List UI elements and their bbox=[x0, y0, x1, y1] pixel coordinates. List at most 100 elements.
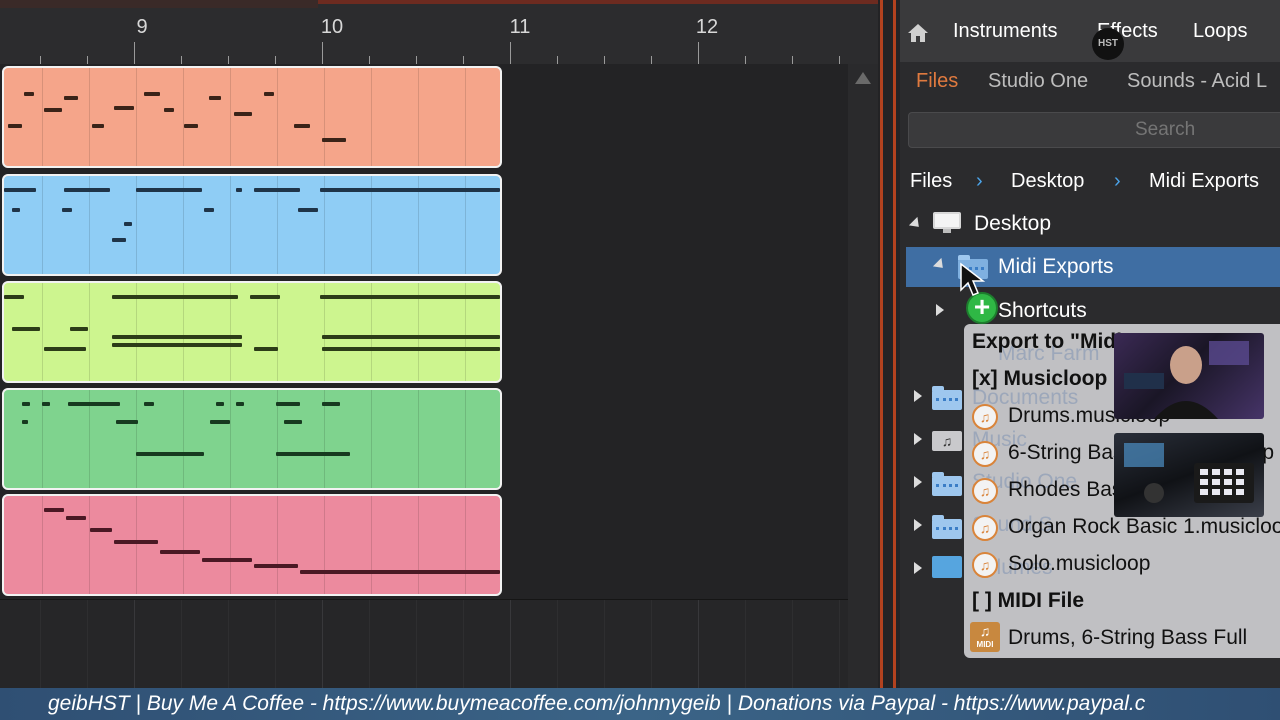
midi-note[interactable] bbox=[116, 420, 138, 424]
clip-grid-line bbox=[183, 496, 184, 594]
midi-note[interactable] bbox=[64, 96, 78, 100]
midi-note[interactable] bbox=[124, 222, 132, 226]
subtab-files[interactable]: Files bbox=[916, 70, 958, 93]
midi-clip-blue[interactable] bbox=[2, 174, 502, 276]
midi-note[interactable] bbox=[22, 402, 30, 406]
midi-note[interactable] bbox=[144, 402, 154, 406]
midi-file-option: [ ] MIDI File bbox=[972, 589, 1084, 612]
midi-note[interactable] bbox=[276, 452, 350, 456]
search-input[interactable] bbox=[908, 112, 1280, 148]
midi-note[interactable] bbox=[320, 188, 500, 192]
midi-clip-lime[interactable] bbox=[2, 281, 502, 383]
midi-note[interactable] bbox=[322, 138, 346, 142]
midi-note[interactable] bbox=[114, 540, 158, 544]
midi-note[interactable] bbox=[160, 550, 200, 554]
midi-icon-label: MIDI bbox=[976, 640, 994, 649]
midi-note[interactable] bbox=[300, 570, 500, 574]
breadcrumb-desktop[interactable]: Desktop bbox=[1011, 170, 1084, 193]
tab-loops[interactable]: Loops bbox=[1193, 20, 1248, 43]
home-icon[interactable] bbox=[907, 22, 929, 44]
expand-arrow-icon[interactable] bbox=[914, 476, 922, 488]
expand-arrow-icon[interactable] bbox=[914, 433, 922, 445]
subtab-sounds-acid[interactable]: Sounds - Acid L bbox=[1127, 70, 1267, 93]
midi-note[interactable] bbox=[136, 188, 202, 192]
midi-note[interactable] bbox=[44, 108, 62, 112]
midi-note[interactable] bbox=[12, 327, 40, 331]
breadcrumb-files[interactable]: Files bbox=[910, 170, 952, 193]
midi-note[interactable] bbox=[112, 343, 242, 347]
midi-clip-pink[interactable] bbox=[2, 494, 502, 596]
midi-note[interactable] bbox=[42, 402, 50, 406]
midi-note[interactable] bbox=[234, 112, 252, 116]
midi-note[interactable] bbox=[12, 208, 20, 212]
midi-note[interactable] bbox=[210, 420, 230, 424]
expand-arrow-icon[interactable] bbox=[914, 562, 922, 574]
midi-note[interactable] bbox=[144, 92, 160, 96]
subtab-studio-one[interactable]: Studio One bbox=[988, 70, 1088, 93]
midi-note[interactable] bbox=[236, 188, 242, 192]
midi-note[interactable] bbox=[136, 452, 204, 456]
midi-note[interactable] bbox=[44, 508, 64, 512]
panel-divider[interactable] bbox=[878, 0, 900, 688]
midi-note[interactable] bbox=[8, 124, 22, 128]
midi-note[interactable] bbox=[254, 188, 300, 192]
midi-note[interactable] bbox=[44, 347, 86, 351]
midi-clip-green[interactable] bbox=[2, 388, 502, 490]
webcam-presenter bbox=[1114, 333, 1264, 419]
breadcrumb-separator-icon: › bbox=[1114, 170, 1121, 192]
midi-note[interactable] bbox=[322, 335, 500, 339]
midi-note[interactable] bbox=[70, 327, 88, 331]
midi-note[interactable] bbox=[112, 295, 238, 299]
midi-note[interactable] bbox=[112, 238, 126, 242]
loop-region[interactable] bbox=[0, 0, 318, 8]
midi-note[interactable] bbox=[4, 295, 24, 299]
midi-note[interactable] bbox=[92, 124, 104, 128]
expand-arrow-icon[interactable] bbox=[932, 257, 948, 273]
midi-note[interactable] bbox=[202, 558, 252, 562]
arrangement-view[interactable]: 9 10 11 12 bbox=[0, 0, 878, 688]
midi-note[interactable] bbox=[66, 516, 86, 520]
midi-note[interactable] bbox=[294, 124, 310, 128]
ruler-tick bbox=[745, 56, 746, 64]
midi-note[interactable] bbox=[184, 124, 198, 128]
midi-note[interactable] bbox=[22, 420, 28, 424]
expand-arrow-icon[interactable] bbox=[908, 216, 924, 232]
midi-note[interactable] bbox=[90, 528, 112, 532]
midi-note[interactable] bbox=[112, 335, 242, 339]
midi-note[interactable] bbox=[250, 295, 280, 299]
ruler-tick bbox=[463, 56, 464, 64]
tab-instruments[interactable]: Instruments bbox=[953, 20, 1057, 43]
midi-note[interactable] bbox=[24, 92, 34, 96]
breadcrumb-midi-exports[interactable]: Midi Exports bbox=[1149, 170, 1259, 193]
midi-note[interactable] bbox=[254, 347, 278, 351]
midi-note[interactable] bbox=[284, 420, 302, 424]
midi-note[interactable] bbox=[264, 92, 274, 96]
expand-arrow-icon[interactable] bbox=[914, 390, 922, 402]
midi-note[interactable] bbox=[64, 188, 110, 192]
midi-note[interactable] bbox=[204, 208, 214, 212]
midi-note[interactable] bbox=[62, 208, 72, 212]
clip-grid-line bbox=[418, 390, 419, 488]
midi-clip-orange[interactable] bbox=[2, 66, 502, 168]
ruler-tick bbox=[322, 42, 323, 64]
midi-note[interactable] bbox=[320, 295, 500, 299]
expand-arrow-icon[interactable] bbox=[914, 519, 922, 531]
midi-note[interactable] bbox=[68, 402, 120, 406]
midi-note[interactable] bbox=[322, 402, 340, 406]
midi-note[interactable] bbox=[276, 402, 300, 406]
expand-arrow-icon[interactable] bbox=[936, 304, 944, 316]
midi-note[interactable] bbox=[216, 402, 224, 406]
timeline-ruler[interactable]: 9 10 11 12 bbox=[0, 0, 878, 65]
midi-note[interactable] bbox=[209, 96, 221, 100]
midi-note[interactable] bbox=[236, 402, 244, 406]
midi-note[interactable] bbox=[164, 108, 174, 112]
midi-note[interactable] bbox=[254, 564, 298, 568]
vertical-scrollbar[interactable] bbox=[848, 64, 878, 688]
midi-note[interactable] bbox=[322, 347, 500, 351]
midi-note[interactable] bbox=[4, 188, 36, 192]
midi-note[interactable] bbox=[114, 106, 134, 110]
scroll-up-arrow-icon[interactable] bbox=[855, 72, 871, 84]
divider-line-left bbox=[880, 0, 883, 688]
tree-item-desktop[interactable]: Desktop bbox=[900, 203, 1280, 245]
midi-note[interactable] bbox=[298, 208, 318, 212]
